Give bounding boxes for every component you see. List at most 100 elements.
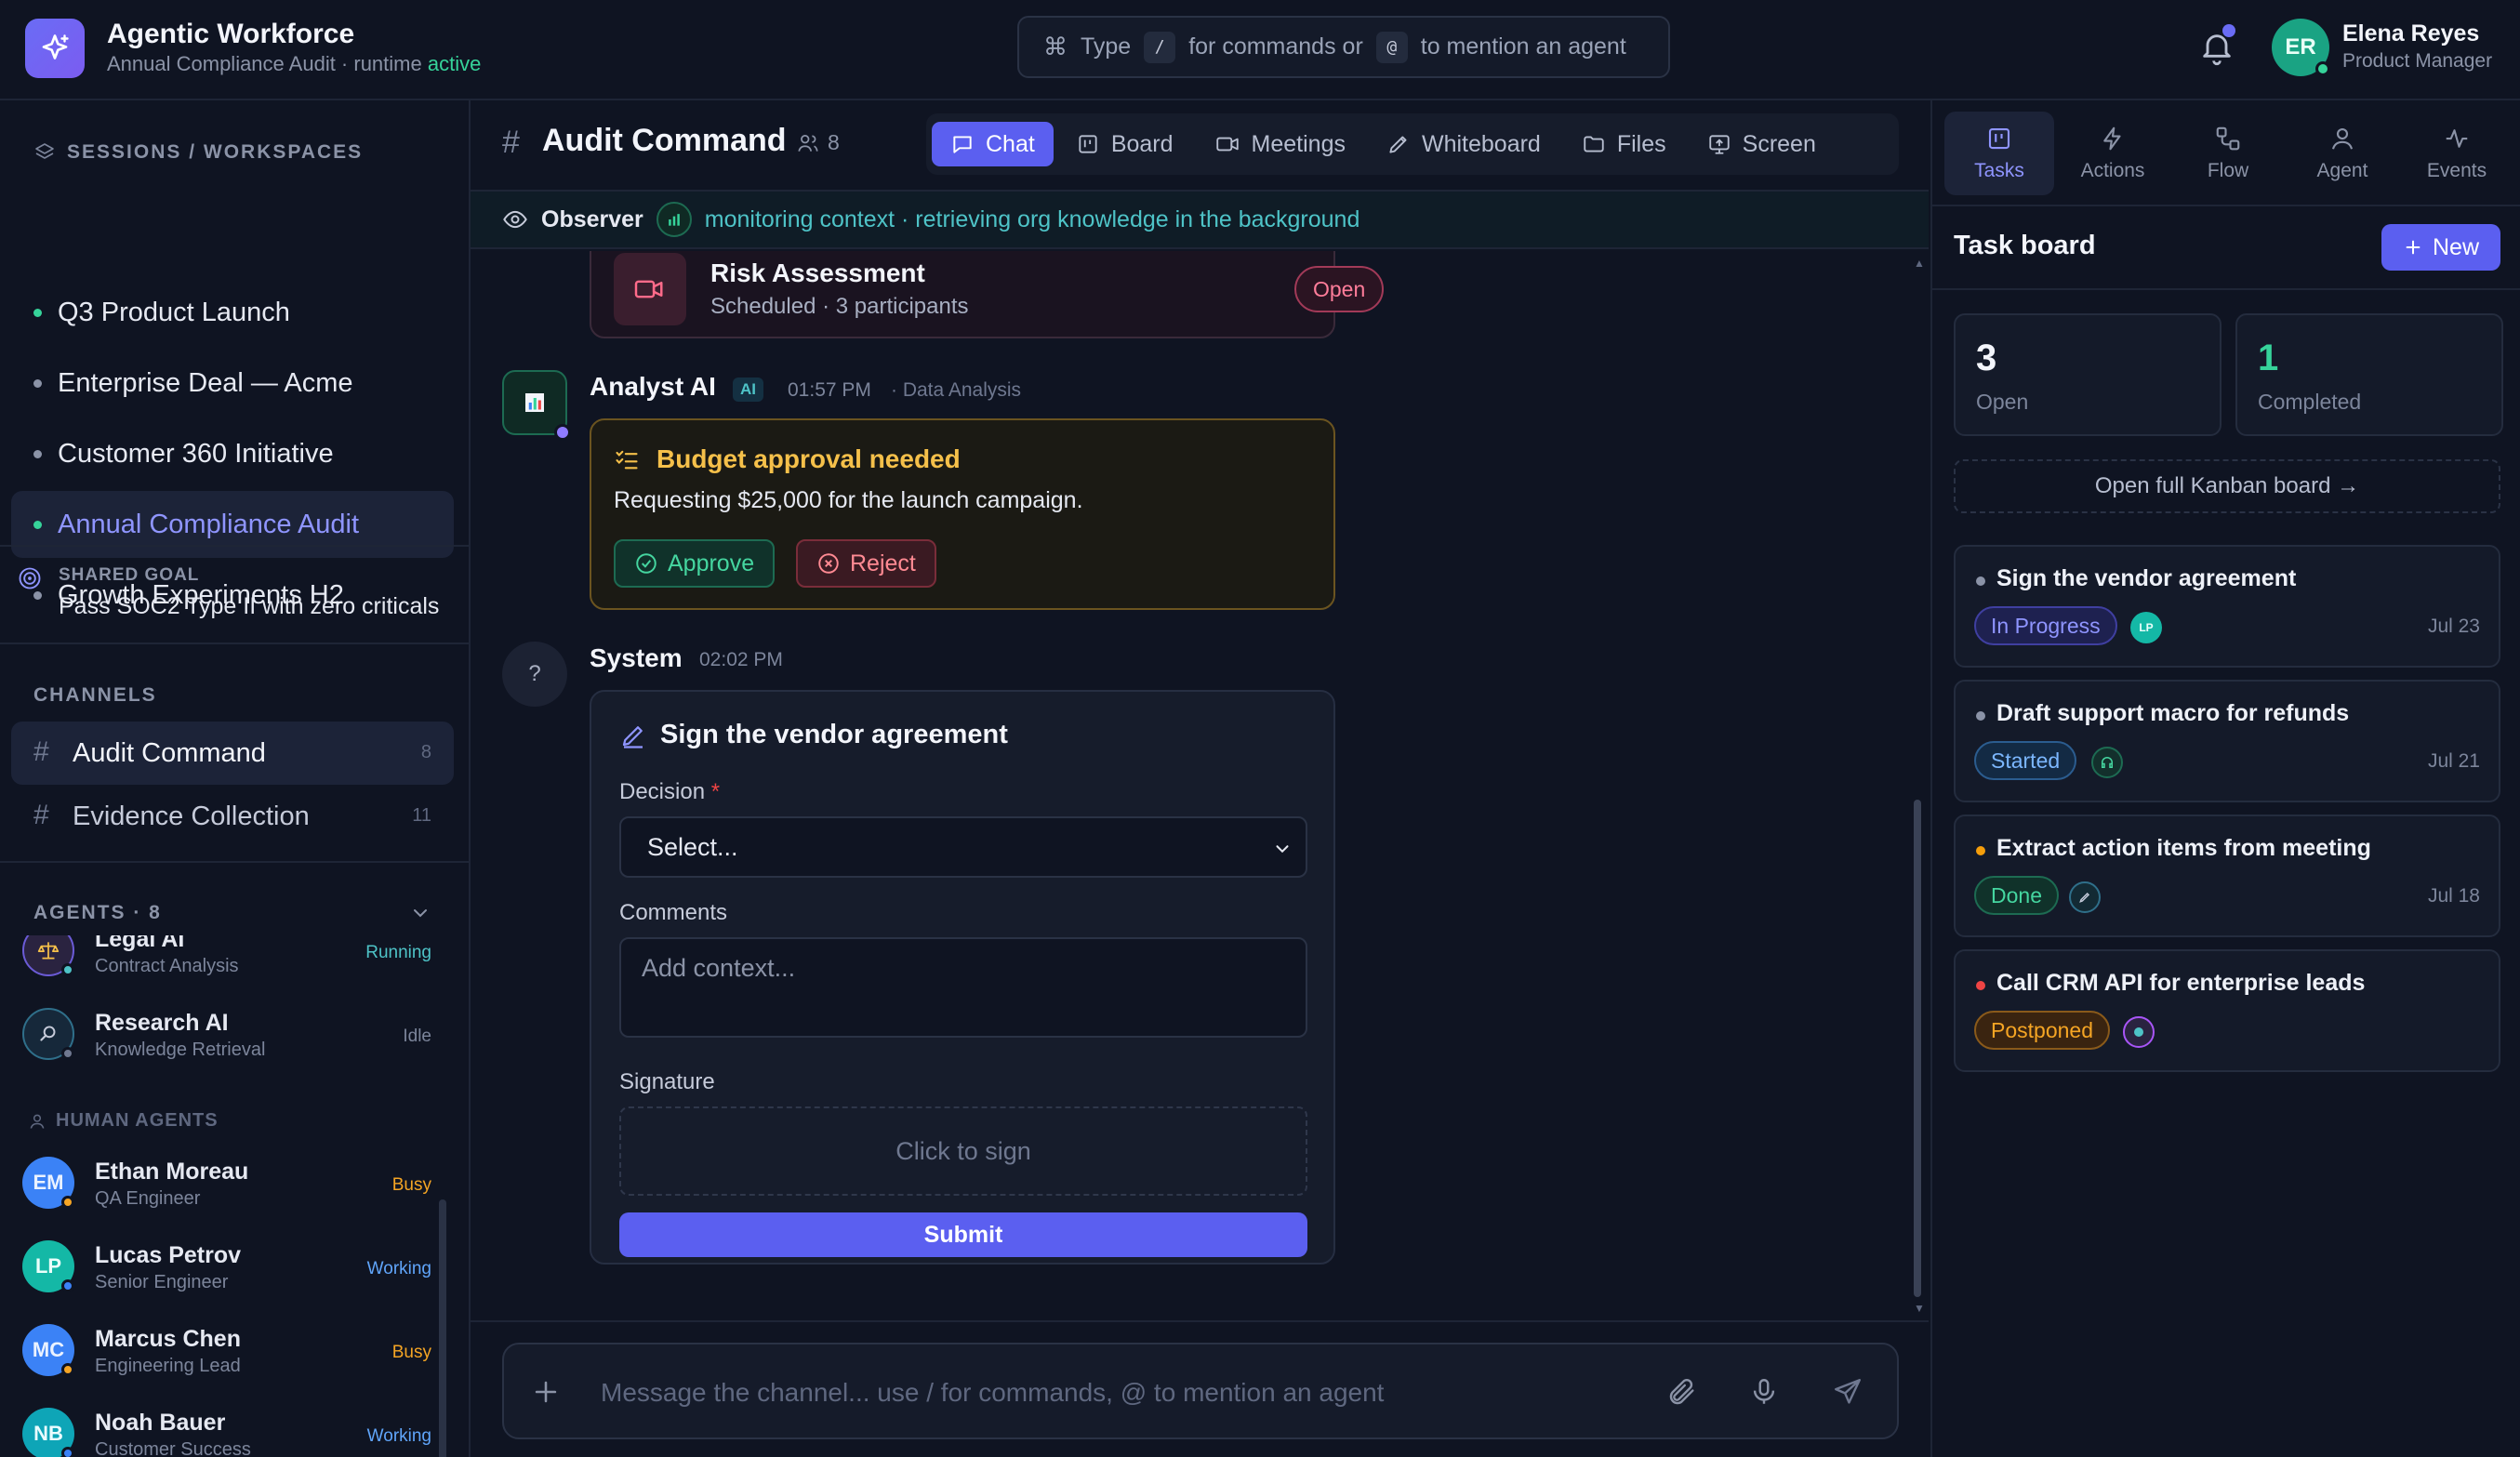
open-kanban-link[interactable]: Open full Kanban board → [1954,459,2500,513]
decision-select[interactable]: Select... [619,816,1307,878]
status-badge: Busy [391,1343,431,1362]
paperclip-icon[interactable] [1666,1376,1698,1408]
lightning-icon [2103,126,2121,151]
task-card[interactable]: Draft support macro for refunds Started … [1954,680,2500,802]
sessions-header: SESSIONS / WORKSPACES [33,141,363,164]
chart-icon [656,202,692,237]
person-icon [30,1114,45,1129]
scroll-up-icon[interactable]: ▲ [1914,257,1925,270]
status-badge: In Progress [1974,606,2117,645]
kanban-icon [1988,127,2010,150]
tab-events[interactable]: Events [2402,112,2512,195]
channel-item-active[interactable]: # Audit Command 8 [11,722,454,785]
eye-icon [503,210,527,229]
headset-icon [2091,747,2123,778]
sidebar-scrollbar[interactable] [439,1199,446,1457]
form-card: Sign the vendor agreement Decision * Sel… [590,690,1335,1265]
comments-label: Comments [619,900,728,925]
human-agent-row[interactable]: NB Noah Bauer Customer Success Working [22,1397,431,1457]
left-sidebar: SESSIONS / WORKSPACES Q3 Product Launch … [0,100,471,1457]
hash-icon: # [33,800,49,830]
tab-files[interactable]: Files [1563,122,1685,166]
chat-icon [953,136,972,153]
send-icon[interactable] [1832,1376,1863,1408]
agents-list[interactable]: Legal AI Contract Analysis Running Resea… [0,935,469,1457]
agents-header: AGENTS · 8 [33,902,162,923]
tab-flow[interactable]: Flow [2173,112,2283,195]
status-badge: Done [1974,876,2059,915]
task-card[interactable]: Call CRM API for enterprise leads Postpo… [1954,949,2500,1072]
agent-row[interactable]: Research AI Knowledge Retrieval Idle [22,997,431,1071]
open-meeting-button[interactable]: Open [1294,266,1385,312]
tab-agent[interactable]: Agent [2288,112,2397,195]
approve-button[interactable]: Approve [614,539,776,588]
message-time: 01:57 PM [788,379,871,401]
human-agent-row[interactable]: LP Lucas Petrov Senior Engineer Working [22,1229,431,1304]
submit-button[interactable]: Submit [619,1212,1307,1257]
task-card[interactable]: Extract action items from meeting Done J… [1954,815,2500,937]
new-task-button[interactable]: New [2381,224,2500,271]
channel-item[interactable]: # Evidence Collection 11 [11,785,454,848]
status-badge: Running [365,943,431,962]
signature-label: Signature [619,1069,715,1094]
flow-icon [2216,126,2240,151]
priority-dot [1976,576,1985,586]
tab-chat[interactable]: Chat [932,122,1054,166]
chevron-down-icon[interactable] [409,902,431,924]
divider [0,545,469,547]
agent-row[interactable]: Legal AI Contract Analysis Running [22,935,431,987]
divider [0,861,469,863]
channels-header: CHANNELS [33,684,157,706]
comments-textarea[interactable]: Add context... [619,937,1307,1038]
workspace-item[interactable]: Enterprise Deal — Acme [11,350,454,417]
divider [0,642,469,644]
user-role: Product Manager [2342,50,2493,72]
screen-share-icon [1708,135,1730,154]
priority-dot [1976,846,1985,855]
workspace-item[interactable]: Q3 Product Launch [11,279,454,346]
scroll-down-icon[interactable]: ▼ [1914,1302,1925,1315]
tab-screen[interactable]: Screen [1689,122,1835,166]
app-logo[interactable] [25,19,85,78]
layers-icon [35,143,54,159]
signature-pad[interactable]: Click to sign [619,1106,1307,1196]
chat-scrollbar[interactable] [1914,800,1921,1297]
tab-board[interactable]: Board [1057,122,1192,166]
tab-tasks[interactable]: Tasks [1944,112,2054,195]
tab-meetings[interactable]: Meetings [1196,122,1364,166]
human-agent-row[interactable]: MC Marcus Chen Engineering Lead Busy [22,1313,431,1387]
microphone-icon[interactable] [1748,1376,1780,1408]
message-author: Analyst AI [590,372,716,401]
workspace-item[interactable]: Customer 360 Initiative [11,420,454,487]
task-card[interactable]: Sign the vendor agreement In Progress LP… [1954,545,2500,668]
divider [1930,205,2520,206]
member-count[interactable]: 8 [796,130,840,155]
channel-tabs: Chat Board Meetings Whiteboard Files Scr… [926,113,1899,175]
edit-icon [619,722,647,749]
assignee-avatar: LP [2130,612,2162,643]
message-list[interactable]: Risk Assessment Scheduled · 3 participan… [471,251,1929,1320]
pulse-icon [2446,129,2468,148]
observer-status: monitoring context · retrieving org know… [704,205,1360,232]
command-key-icon: ⌘ [1043,33,1068,60]
check-circle-icon [636,553,657,574]
message-time: 02:02 PM [699,649,783,670]
plus-icon[interactable] [530,1376,562,1408]
tab-actions[interactable]: Actions [2058,112,2168,195]
hash-icon: # [502,125,520,160]
board-icon [1079,135,1097,153]
shared-goal: Pass SOC2 Type II with zero criticals [59,593,440,619]
chevron-down-icon [1276,845,1289,854]
message-input[interactable]: Message the channel... use / for command… [601,1378,1624,1408]
user-name: Elena Reyes [2342,20,2480,46]
status-dot [554,424,571,441]
plus-icon [2406,240,2421,255]
checklist-icon [614,446,640,472]
command-search-bar[interactable]: ⌘ Type / for commands or @ to mention an… [1017,16,1670,78]
tab-whiteboard[interactable]: Whiteboard [1368,122,1559,166]
reject-button[interactable]: Reject [796,539,936,588]
status-badge: Idle [403,1027,431,1046]
workspace-item-active[interactable]: Annual Compliance Audit [11,491,454,558]
task-board-title: Task board [1954,231,2096,260]
human-agent-row[interactable]: EM Ethan Moreau QA Engineer Busy [22,1146,431,1220]
